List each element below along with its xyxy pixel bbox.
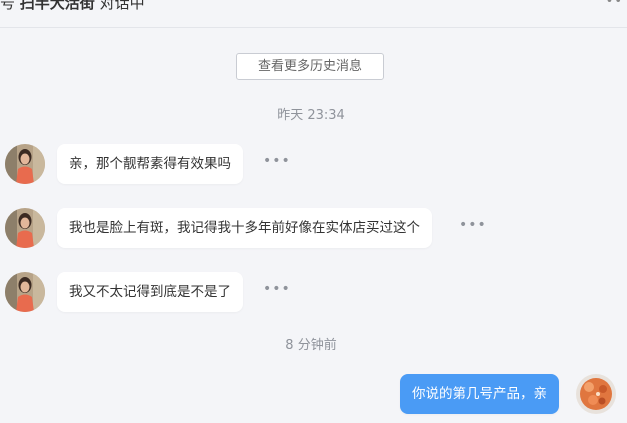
conversation-status: 对话中 — [99, 0, 145, 12]
more-options-icon[interactable]: •• — [606, 0, 623, 9]
load-history-button[interactable]: 查看更多历史消息 — [236, 53, 384, 80]
chat-title: 号 扫半大活街 对话中 — [0, 0, 145, 13]
timestamp: 昨天 23:34 — [277, 108, 345, 123]
message-bubble-outgoing: 你说的第几号产品，亲 — [400, 374, 559, 414]
message-more-icon[interactable]: ••• — [263, 153, 291, 169]
message-more-icon[interactable]: ••• — [263, 281, 291, 297]
customer-avatar[interactable] — [5, 208, 45, 248]
chat-header: 号 扫半大活街 对话中 •• — [0, 0, 627, 28]
customer-avatar[interactable] — [5, 272, 45, 312]
timestamp: 8 分钟前 — [285, 338, 337, 353]
title-prefix: 号 — [0, 0, 16, 12]
message-more-icon[interactable]: ••• — [459, 217, 487, 233]
customer-name: 扫半大活街 — [19, 0, 95, 12]
agent-avatar[interactable] — [576, 374, 616, 414]
customer-avatar[interactable] — [5, 144, 45, 184]
message-bubble-incoming: 亲，那个靓帮素得有效果吗 — [57, 144, 243, 184]
message-bubble-incoming: 我也是脸上有斑，我记得我十多年前好像在实体店买过这个 — [57, 208, 432, 248]
message-bubble-incoming: 我又不太记得到底是不是了 — [57, 272, 243, 312]
